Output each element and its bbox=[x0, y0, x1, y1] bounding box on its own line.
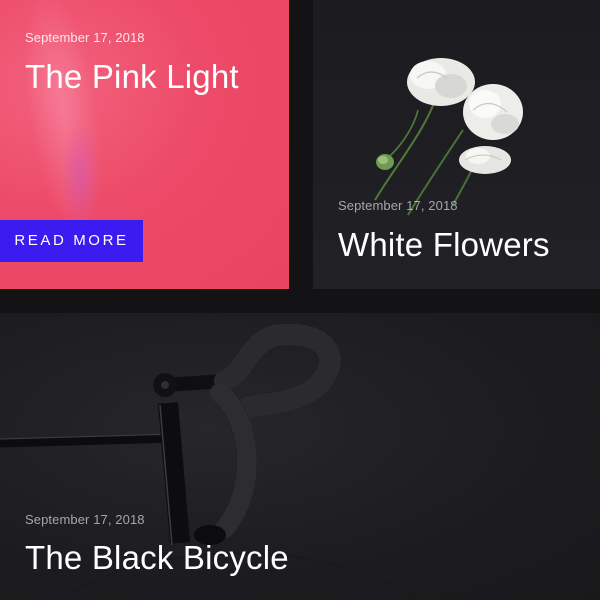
pink-light-glow-secondary bbox=[60, 120, 100, 230]
post-title[interactable]: White Flowers bbox=[338, 228, 550, 261]
post-date: September 17, 2018 bbox=[338, 198, 458, 213]
post-title[interactable]: The Black Bicycle bbox=[25, 541, 289, 574]
post-card-pink-light[interactable]: September 17, 2018 The Pink Light READ M… bbox=[0, 0, 289, 289]
post-card-black-bicycle[interactable]: September 17, 2018 The Black Bicycle bbox=[0, 313, 600, 600]
post-card-white-flowers[interactable]: September 17, 2018 White Flowers bbox=[313, 0, 600, 289]
post-title[interactable]: The Pink Light bbox=[25, 60, 239, 93]
post-date: September 17, 2018 bbox=[25, 30, 145, 45]
post-date: September 17, 2018 bbox=[25, 512, 145, 527]
read-more-button[interactable]: READ MORE bbox=[0, 220, 143, 262]
